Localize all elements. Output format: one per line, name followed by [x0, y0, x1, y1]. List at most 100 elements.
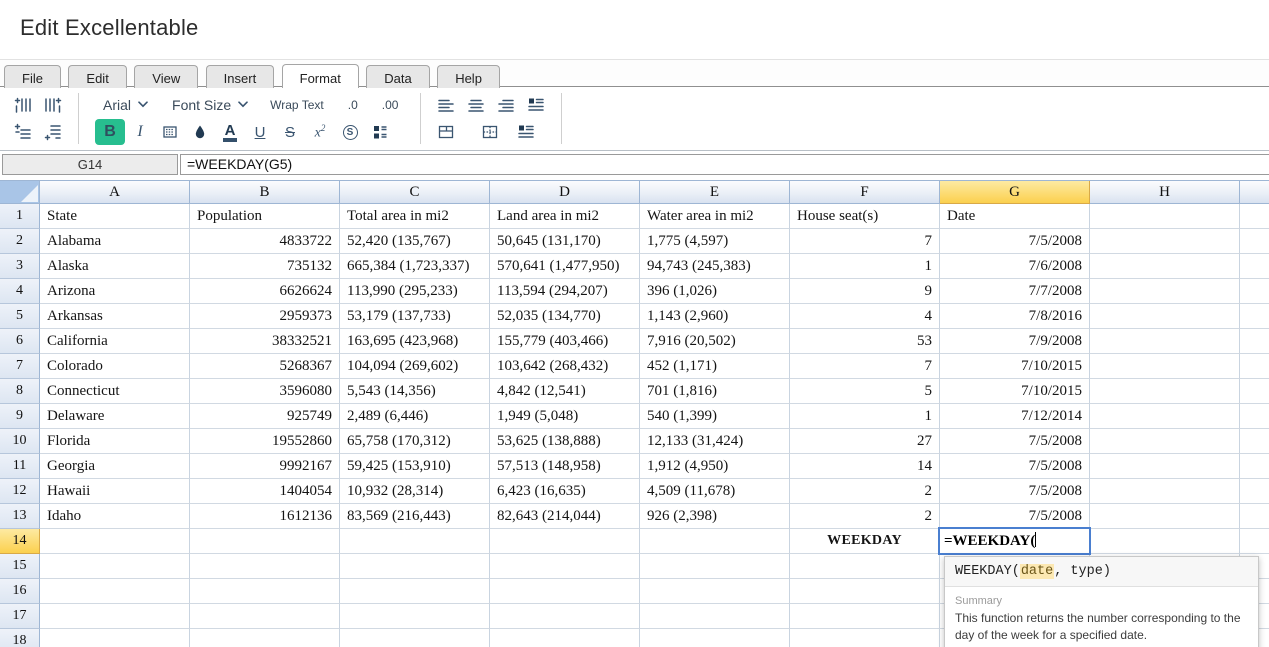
tab-format[interactable]: Format — [282, 64, 359, 88]
cell-C9[interactable]: 2,489 (6,446) — [340, 404, 490, 429]
cell-E10[interactable]: 12,133 (31,424) — [640, 429, 790, 454]
cell-A4[interactable]: Arizona — [40, 279, 190, 304]
cell-E2[interactable]: 1,775 (4,597) — [640, 229, 790, 254]
table-style-button[interactable] — [365, 119, 395, 145]
cell-G8[interactable]: 7/10/2015 — [940, 379, 1090, 404]
cell-H9[interactable] — [1090, 404, 1240, 429]
cell-C10[interactable]: 65,758 (170,312) — [340, 429, 490, 454]
cell-F12[interactable]: 2 — [790, 479, 940, 504]
cell-H14[interactable] — [1090, 529, 1240, 554]
cell-C8[interactable]: 5,543 (14,356) — [340, 379, 490, 404]
cell-D11[interactable]: 57,513 (148,958) — [490, 454, 640, 479]
cell-D8[interactable]: 4,842 (12,541) — [490, 379, 640, 404]
row-header-5[interactable]: 5 — [0, 304, 40, 329]
cell-B13[interactable]: 1612136 — [190, 504, 340, 529]
cell-F4[interactable]: 9 — [790, 279, 940, 304]
cell-G11[interactable]: 7/5/2008 — [940, 454, 1090, 479]
cell-E3[interactable]: 94,743 (245,383) — [640, 254, 790, 279]
align-right-button[interactable] — [491, 92, 521, 118]
cell-A13[interactable]: Idaho — [40, 504, 190, 529]
cell-E7[interactable]: 452 (1,171) — [640, 354, 790, 379]
wrap-text-button[interactable]: Wrap Text — [258, 98, 336, 112]
superscript-button[interactable]: x2 — [305, 119, 335, 145]
row-header-18[interactable]: 18 — [0, 629, 40, 647]
underline-button[interactable]: U — [245, 119, 275, 145]
cell-borders-button[interactable] — [155, 119, 185, 145]
cell-A18[interactable] — [40, 629, 190, 647]
row-header-6[interactable]: 6 — [0, 329, 40, 354]
cell-F7[interactable]: 7 — [790, 354, 940, 379]
cell-D15[interactable] — [490, 554, 640, 579]
cell-C16[interactable] — [340, 579, 490, 604]
cell-F15[interactable] — [790, 554, 940, 579]
row-header-7[interactable]: 7 — [0, 354, 40, 379]
cell-G7[interactable]: 7/10/2015 — [940, 354, 1090, 379]
cell-A14[interactable] — [40, 529, 190, 554]
cell-D13[interactable]: 82,643 (214,044) — [490, 504, 640, 529]
row-header-8[interactable]: 8 — [0, 379, 40, 404]
cell-H1[interactable] — [1090, 204, 1240, 229]
tab-help[interactable]: Help — [437, 65, 500, 88]
cell-C14[interactable] — [340, 529, 490, 554]
cell-D10[interactable]: 53,625 (138,888) — [490, 429, 640, 454]
cell-A5[interactable]: Arkansas — [40, 304, 190, 329]
cell-A8[interactable]: Connecticut — [40, 379, 190, 404]
cell-G10[interactable]: 7/5/2008 — [940, 429, 1090, 454]
all-borders-button[interactable] — [475, 119, 505, 145]
cell-H7[interactable] — [1090, 354, 1240, 379]
cell-C1[interactable]: Total area in mi2 — [340, 204, 490, 229]
formula-input[interactable]: =WEEKDAY(G5) — [180, 154, 1269, 175]
cell-A17[interactable] — [40, 604, 190, 629]
cell-D18[interactable] — [490, 629, 640, 647]
row-header-15[interactable]: 15 — [0, 554, 40, 579]
cell-A12[interactable]: Hawaii — [40, 479, 190, 504]
column-header-B[interactable]: B — [190, 181, 340, 204]
cell-F6[interactable]: 53 — [790, 329, 940, 354]
cell-E6[interactable]: 7,916 (20,502) — [640, 329, 790, 354]
cell-E1[interactable]: Water area in mi2 — [640, 204, 790, 229]
cell-D3[interactable]: 570,641 (1,477,950) — [490, 254, 640, 279]
cell-H10[interactable] — [1090, 429, 1240, 454]
fill-color-button[interactable] — [185, 119, 215, 145]
insert-row-above-button[interactable] — [8, 119, 38, 145]
bold-button[interactable]: B — [95, 119, 125, 145]
cell-A3[interactable]: Alaska — [40, 254, 190, 279]
insert-column-left-button[interactable] — [8, 92, 38, 118]
cell-A1[interactable]: State — [40, 204, 190, 229]
cell-C4[interactable]: 113,990 (295,233) — [340, 279, 490, 304]
row-header-12[interactable]: 12 — [0, 479, 40, 504]
cell-G1[interactable]: Date — [940, 204, 1090, 229]
cell-B14[interactable] — [190, 529, 340, 554]
align-center-button[interactable] — [461, 92, 491, 118]
cell-F8[interactable]: 5 — [790, 379, 940, 404]
cell-B16[interactable] — [190, 579, 340, 604]
column-header-G[interactable]: G — [940, 181, 1090, 204]
cell-H5[interactable] — [1090, 304, 1240, 329]
currency-format-button[interactable]: S — [335, 119, 365, 145]
cell-C12[interactable]: 10,932 (28,314) — [340, 479, 490, 504]
cell-F11[interactable]: 14 — [790, 454, 940, 479]
cell-A10[interactable]: Florida — [40, 429, 190, 454]
font-size-dropdown[interactable]: Font Size — [158, 97, 258, 113]
insert-row-below-button[interactable] — [38, 119, 68, 145]
cell-F13[interactable]: 2 — [790, 504, 940, 529]
active-cell-editor[interactable]: =WEEKDAY( — [938, 527, 1091, 555]
row-header-14[interactable]: 14 — [0, 529, 40, 554]
tab-file[interactable]: File — [4, 65, 61, 88]
column-header-D[interactable]: D — [490, 181, 640, 204]
cell-B11[interactable]: 9992167 — [190, 454, 340, 479]
cell-C18[interactable] — [340, 629, 490, 647]
cell-D14[interactable] — [490, 529, 640, 554]
tab-insert[interactable]: Insert — [206, 65, 275, 88]
cell-H4[interactable] — [1090, 279, 1240, 304]
cell-A9[interactable]: Delaware — [40, 404, 190, 429]
cell-E11[interactable]: 1,912 (4,950) — [640, 454, 790, 479]
decimal-increase-button[interactable]: .00 — [370, 98, 411, 112]
cell-C13[interactable]: 83,569 (216,443) — [340, 504, 490, 529]
cell-H2[interactable] — [1090, 229, 1240, 254]
cell-E16[interactable] — [640, 579, 790, 604]
cell-H11[interactable] — [1090, 454, 1240, 479]
cell-B1[interactable]: Population — [190, 204, 340, 229]
cell-E12[interactable]: 4,509 (11,678) — [640, 479, 790, 504]
cell-F2[interactable]: 7 — [790, 229, 940, 254]
